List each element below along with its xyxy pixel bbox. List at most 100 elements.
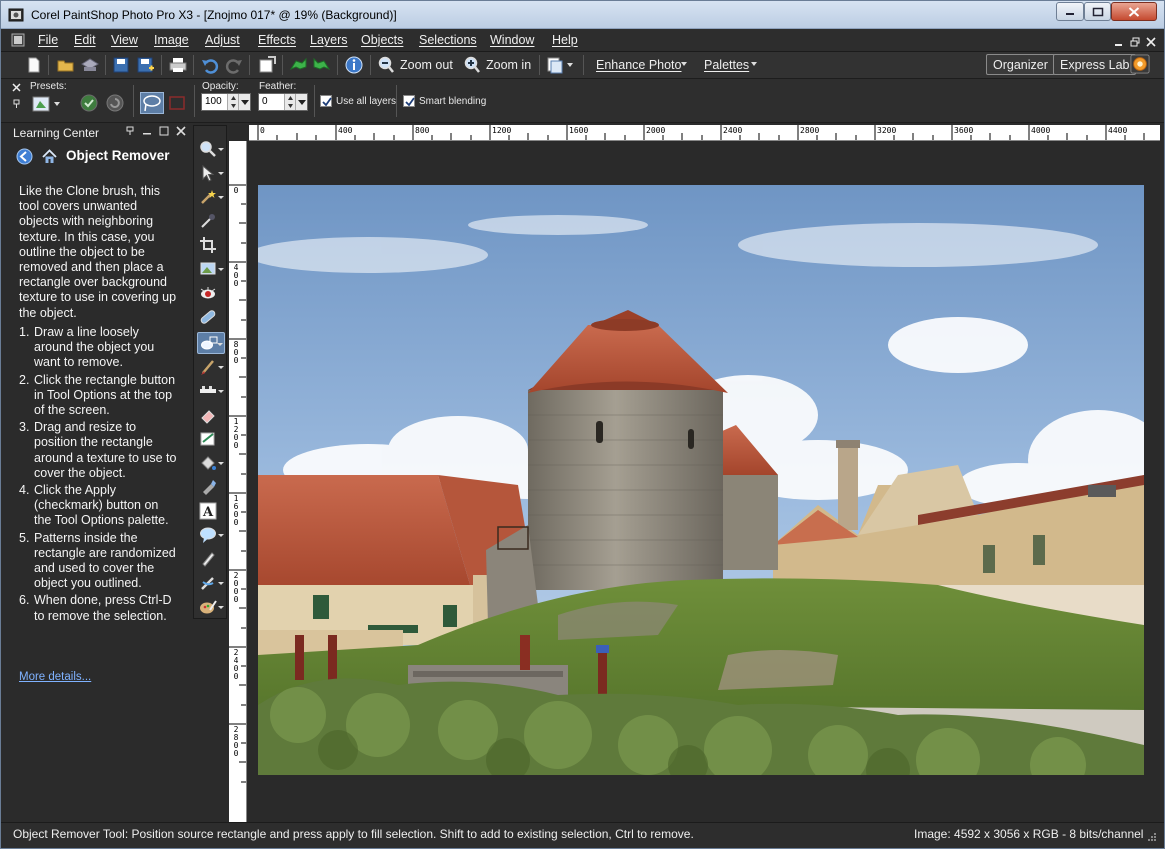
flag-right-icon[interactable]: [312, 55, 332, 75]
menu-effects[interactable]: Effects: [258, 33, 296, 47]
undo-icon[interactable]: [201, 55, 219, 75]
lighten-darken-tool[interactable]: [197, 380, 225, 402]
ruler-label: 3600: [954, 126, 974, 135]
zoom-out-label[interactable]: Zoom out: [400, 58, 453, 72]
menu-selections[interactable]: Selections: [419, 33, 477, 47]
magic-wand-icon: [201, 190, 216, 204]
paint-brush-tool[interactable]: [197, 356, 225, 378]
flood-fill-tool[interactable]: [197, 452, 225, 474]
minimize-panel-icon[interactable]: [142, 126, 152, 136]
crop-tool[interactable]: [197, 234, 225, 256]
toolbar-separator: [161, 55, 162, 75]
art-media-tool[interactable]: [197, 596, 225, 618]
list-item: 4. Click the Apply (checkmark) button on …: [19, 483, 179, 529]
opacity-dropdown[interactable]: [238, 94, 250, 110]
maximize-button[interactable]: [1084, 2, 1111, 21]
info-icon[interactable]: [344, 55, 364, 75]
feather-value: 0: [262, 96, 268, 107]
image-canvas[interactable]: [258, 185, 1144, 775]
close-button[interactable]: [1111, 2, 1157, 21]
toolbar-separator: [48, 55, 49, 75]
warp-brush-tool[interactable]: [197, 572, 225, 594]
pen-draw-tool[interactable]: [197, 548, 225, 570]
pin-icon[interactable]: [12, 99, 21, 109]
topic-intro: Like the Clone brush, this tool covers u…: [19, 184, 177, 320]
text-tool[interactable]: A: [197, 500, 225, 522]
copy-options-icon[interactable]: [546, 55, 576, 75]
menu-window[interactable]: Window: [490, 33, 534, 47]
menu-image[interactable]: Image: [154, 33, 189, 47]
flag-left-icon[interactable]: [288, 55, 308, 75]
zoom-in-icon[interactable]: [463, 55, 481, 75]
straighten-tool[interactable]: [197, 258, 225, 280]
options-separator: [396, 85, 397, 117]
eraser-tool[interactable]: [197, 404, 225, 426]
magic-wand-tool[interactable]: [197, 186, 225, 208]
zoom-tool[interactable]: [197, 138, 225, 160]
presets-label: Presets:: [30, 81, 67, 92]
reset-icon[interactable]: [106, 94, 124, 112]
enhance-photo-menu[interactable]: Enhance Photo: [596, 58, 682, 72]
maximize-panel-icon[interactable]: [159, 126, 169, 136]
makeover-tool[interactable]: [197, 306, 225, 328]
organizer-button[interactable]: Organizer: [986, 54, 1055, 75]
doc-close-icon[interactable]: [1146, 37, 1156, 47]
print-icon[interactable]: [168, 55, 188, 75]
minimize-button[interactable]: [1056, 2, 1084, 21]
palettes-menu[interactable]: Palettes: [704, 58, 749, 72]
resize-grip-icon[interactable]: [1147, 832, 1157, 842]
menu-adjust[interactable]: Adjust: [205, 33, 240, 47]
presets-dropdown-icon[interactable]: [31, 94, 63, 114]
dropper-tool[interactable]: [197, 210, 225, 232]
menu-help[interactable]: Help: [552, 33, 578, 47]
express-lab-button[interactable]: Express Lab: [1053, 54, 1137, 75]
opacity-field[interactable]: 100: [201, 93, 251, 111]
document-properties-icon[interactable]: [257, 55, 277, 75]
save-icon[interactable]: [112, 55, 130, 75]
save-as-icon[interactable]: [136, 55, 156, 75]
menu-view[interactable]: View: [111, 33, 138, 47]
warp-brush-icon: [201, 577, 214, 590]
doc-minimize-icon[interactable]: [1114, 37, 1124, 47]
menu-layers[interactable]: Layers: [310, 33, 348, 47]
close-palette-icon[interactable]: [12, 83, 21, 92]
learning-center-panel: Learning Center Object Remover Like the …: [7, 123, 191, 822]
preset-shape-tool[interactable]: [197, 524, 225, 546]
opacity-stepper[interactable]: [227, 94, 238, 110]
bandage-icon: [200, 310, 216, 324]
apply-checkmark-icon[interactable]: [80, 94, 98, 112]
more-details-link[interactable]: More details...: [19, 671, 91, 683]
document-icon[interactable]: [11, 33, 25, 47]
close-panel-icon[interactable]: [176, 126, 186, 136]
object-remover-tool[interactable]: [197, 332, 225, 354]
red-eye-tool[interactable]: [197, 282, 225, 304]
new-file-icon[interactable]: [25, 55, 43, 75]
smart-blending-checkbox[interactable]: [403, 95, 415, 107]
home-icon[interactable]: [41, 148, 58, 165]
doc-restore-icon[interactable]: [1130, 37, 1140, 47]
menu-file[interactable]: File: [38, 33, 58, 47]
lasso-mode-icon[interactable]: [140, 92, 164, 114]
options-separator: [314, 85, 315, 117]
open-folder-icon[interactable]: [56, 55, 76, 75]
menu-objects[interactable]: Objects: [361, 33, 403, 47]
ruler-label: 4000: [1031, 126, 1051, 135]
redo-icon[interactable]: [225, 55, 243, 75]
rectangle-mode-icon[interactable]: [168, 94, 186, 112]
picture-tube-tool[interactable]: [197, 428, 225, 450]
zoom-in-label[interactable]: Zoom in: [486, 58, 531, 72]
zoom-out-icon[interactable]: [377, 55, 395, 75]
pen-tool[interactable]: [197, 476, 225, 498]
feather-dropdown[interactable]: [295, 94, 307, 110]
back-icon[interactable]: [16, 148, 33, 165]
pick-tool[interactable]: [197, 162, 225, 184]
browse-icon[interactable]: [80, 55, 100, 75]
learning-center-header: Learning Center: [7, 123, 191, 141]
feather-stepper[interactable]: [284, 94, 295, 110]
use-all-layers-checkbox[interactable]: [320, 95, 332, 107]
fountain-pen-icon: [202, 552, 215, 567]
menu-edit[interactable]: Edit: [74, 33, 96, 47]
pin-icon[interactable]: [125, 126, 135, 136]
feather-field[interactable]: 0: [258, 93, 308, 111]
learning-center-toggle-icon[interactable]: [1129, 54, 1151, 74]
